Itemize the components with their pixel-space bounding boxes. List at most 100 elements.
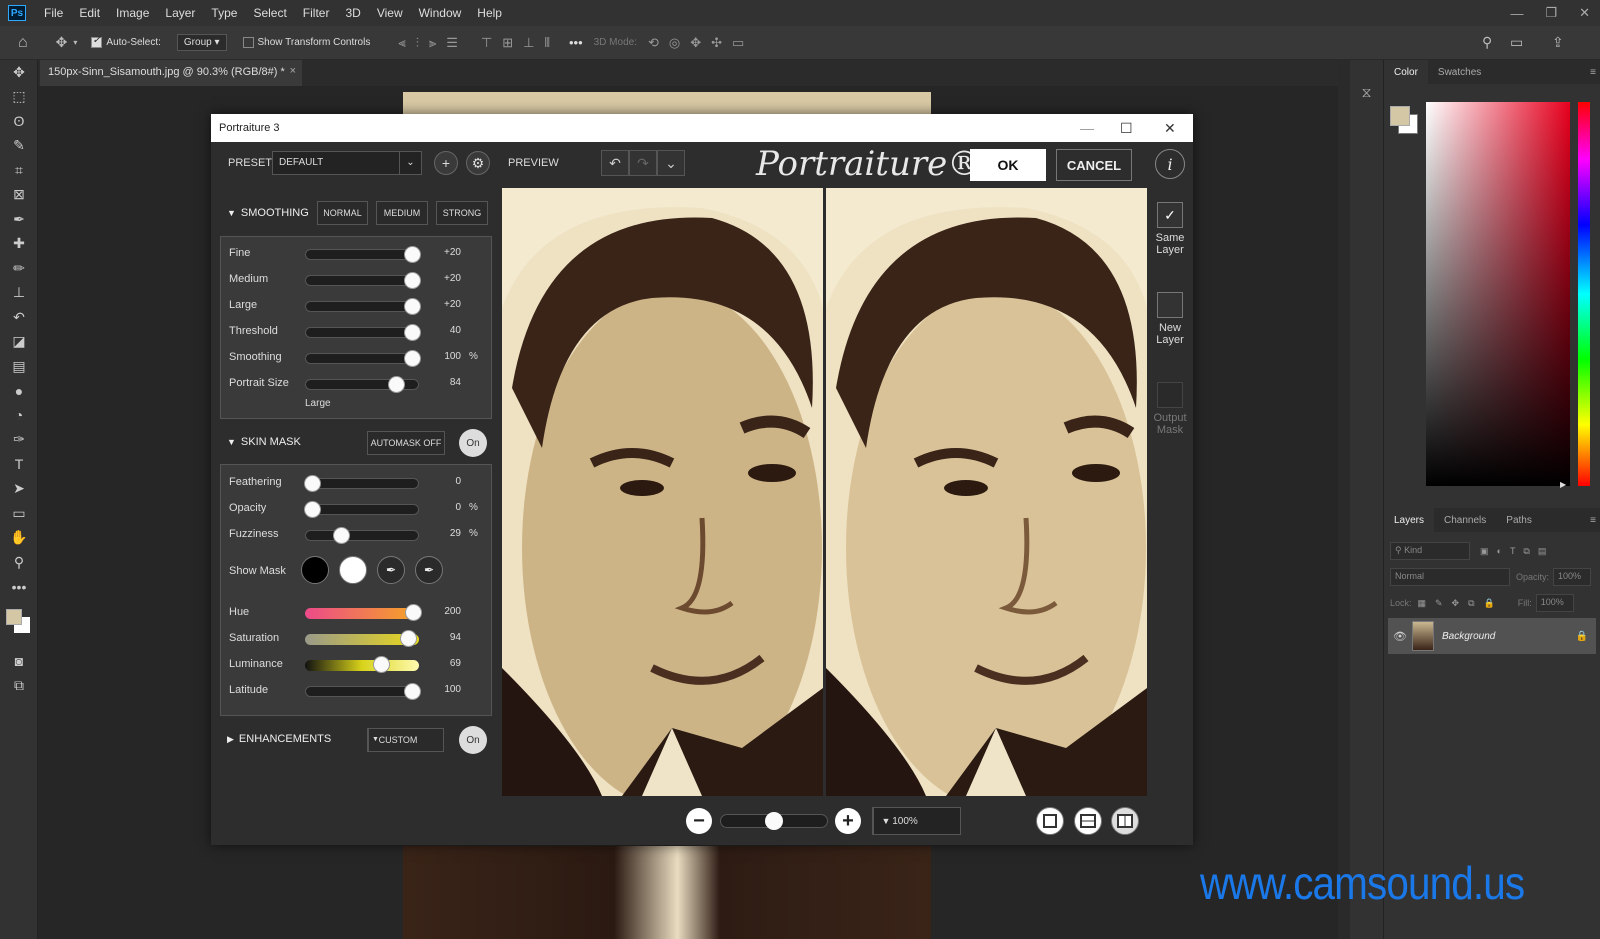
output-mask[interactable]: Output Mask <box>1150 382 1190 436</box>
search-icon[interactable]: ⚲ <box>1482 34 1492 51</box>
menu-edit[interactable]: Edit <box>71 6 108 20</box>
ok-button[interactable]: OK <box>970 149 1046 181</box>
slider-track[interactable] <box>305 272 422 289</box>
auto-select-dropdown[interactable]: Group ▾ <box>176 34 227 51</box>
output-mask-checkbox[interactable] <box>1157 382 1183 408</box>
preview-before[interactable] <box>502 188 823 796</box>
history-brush-icon[interactable]: ↶ <box>0 305 38 330</box>
hand-tool-icon[interactable]: ✋ <box>0 526 38 551</box>
healing-tool-icon[interactable]: ✚ <box>0 232 38 257</box>
preset-dropdown[interactable]: DEFAULT ⌄ <box>272 151 422 175</box>
redo-button[interactable]: ↷ <box>629 150 657 176</box>
3d-orbit-icon[interactable]: ⟲ <box>648 35 659 51</box>
screen-mode-icon[interactable]: ⧉ <box>0 674 38 699</box>
close-button[interactable]: ✕ <box>1579 5 1590 21</box>
smoothing-medium-button[interactable]: MEDIUM <box>376 201 428 225</box>
frame-tool-icon[interactable]: ⊠ <box>0 183 38 208</box>
slider-knob[interactable] <box>404 298 422 315</box>
luminance-gradient-track[interactable] <box>305 656 419 673</box>
more-icon[interactable]: ••• <box>569 35 583 50</box>
move-tool-icon[interactable]: ✥ <box>0 60 38 85</box>
mask-black-button[interactable] <box>301 556 329 584</box>
slider-track[interactable] <box>303 501 419 518</box>
cancel-button[interactable]: CANCEL <box>1056 149 1132 181</box>
share-icon[interactable]: ⇪ <box>1552 34 1564 51</box>
dialog-close-button[interactable]: ✕ <box>1164 114 1176 142</box>
fill-field[interactable]: 100% <box>1535 594 1574 612</box>
panel-menu-icon[interactable]: ≡ <box>1590 67 1596 78</box>
slider-knob[interactable] <box>404 683 422 700</box>
slider-knob[interactable] <box>404 246 422 263</box>
3d-slide-icon[interactable]: ✣ <box>711 35 722 51</box>
3d-roll-icon[interactable]: ◎ <box>669 35 680 51</box>
menu-image[interactable]: Image <box>108 6 157 20</box>
slider-track[interactable] <box>303 475 419 492</box>
history-panel-icon[interactable]: ⧖ <box>1350 84 1383 101</box>
opacity-field[interactable]: 100% <box>1553 568 1592 586</box>
brush-tool-icon[interactable]: ✏ <box>0 256 38 281</box>
quick-mask-icon[interactable]: ◙ <box>0 649 38 674</box>
marquee-tool-icon[interactable]: ⬚ <box>0 85 38 110</box>
align-center-icon[interactable]: ⫶ <box>416 35 419 51</box>
slider-knob[interactable] <box>404 324 422 341</box>
hue-gradient-track[interactable] <box>305 604 423 621</box>
lock-icons[interactable]: ▦✎✥⧉🔒 <box>1418 598 1504 609</box>
zoom-out-button[interactable]: − <box>686 808 712 834</box>
blend-mode-dropdown[interactable]: Normal <box>1390 568 1510 586</box>
slider-knob[interactable] <box>303 501 321 518</box>
smoothing-header[interactable]: ▼ SMOOTHING <box>227 207 309 219</box>
zoom-dropdown[interactable]: 100% ▼ <box>872 807 961 835</box>
zoom-slider[interactable] <box>720 812 828 830</box>
zoom-tool-icon[interactable]: ⚲ <box>0 550 38 575</box>
shape-tool-icon[interactable]: ▭ <box>0 501 38 526</box>
slider-knob[interactable] <box>405 604 423 621</box>
eyedropper-icon[interactable]: ✒ <box>377 556 405 584</box>
new-layer-checkbox[interactable] <box>1157 292 1183 318</box>
slider-knob[interactable] <box>373 656 391 673</box>
home-icon[interactable]: ⌂ <box>18 34 28 52</box>
align-bottom-icon[interactable]: ⊥ <box>523 35 534 51</box>
history-dropdown[interactable]: ⌄ <box>657 150 685 176</box>
slider-knob[interactable] <box>404 272 422 289</box>
blur-tool-icon[interactable]: ● <box>0 379 38 404</box>
chevron-down-icon[interactable]: ▾ <box>73 38 77 47</box>
eraser-tool-icon[interactable]: ◪ <box>0 330 38 355</box>
type-tool-icon[interactable]: T <box>0 452 38 477</box>
view-single-button[interactable] <box>1036 807 1064 835</box>
stamp-tool-icon[interactable]: ⊥ <box>0 281 38 306</box>
foreground-color-swatch[interactable] <box>6 609 22 625</box>
view-split-vertical-button[interactable] <box>1111 807 1139 835</box>
layer-background[interactable]: 👁 Background 🔒 <box>1388 618 1596 654</box>
auto-select-checkbox[interactable]: Auto-Select: <box>91 35 161 48</box>
menu-select[interactable]: Select <box>245 6 294 20</box>
tab-layers[interactable]: Layers <box>1384 508 1435 532</box>
distribute-vertical-icon[interactable]: ⫴ <box>545 35 550 51</box>
quick-select-tool-icon[interactable]: ✎ <box>0 134 38 159</box>
color-swatches[interactable] <box>0 599 38 649</box>
slider-track[interactable] <box>305 324 422 341</box>
menu-layer[interactable]: Layer <box>157 6 203 20</box>
skin-mask-header[interactable]: ▼ SKIN MASK <box>227 436 301 448</box>
minimize-button[interactable]: — <box>1510 6 1523 21</box>
view-split-horizontal-button[interactable] <box>1074 807 1102 835</box>
smoothing-normal-button[interactable]: NORMAL <box>317 201 368 225</box>
slider-track[interactable] <box>305 376 419 393</box>
panel-collapse-strip[interactable] <box>1338 60 1350 939</box>
align-right-icon[interactable]: ⫸ <box>429 35 436 51</box>
preview-after[interactable] <box>826 188 1147 796</box>
output-same-layer[interactable]: ✓ Same Layer <box>1150 202 1190 256</box>
tab-swatches[interactable]: Swatches <box>1428 60 1491 84</box>
menu-help[interactable]: Help <box>469 6 510 20</box>
slider-knob[interactable] <box>332 527 350 544</box>
show-transform-checkbox[interactable]: Show Transform Controls <box>242 37 370 48</box>
restore-button[interactable]: ❐ <box>1545 5 1557 21</box>
skin-mask-on-toggle[interactable]: On <box>459 429 487 457</box>
align-middle-icon[interactable]: ⊞ <box>502 35 513 51</box>
eyedropper-tool-icon[interactable]: ✒ <box>0 207 38 232</box>
zoom-slider-knob[interactable] <box>765 812 783 830</box>
more-tools-icon[interactable]: ••• <box>0 575 38 600</box>
slider-knob[interactable] <box>387 376 405 393</box>
add-preset-button[interactable]: + <box>434 151 458 175</box>
slider-knob[interactable] <box>303 475 321 492</box>
gradient-tool-icon[interactable]: ▤ <box>0 354 38 379</box>
